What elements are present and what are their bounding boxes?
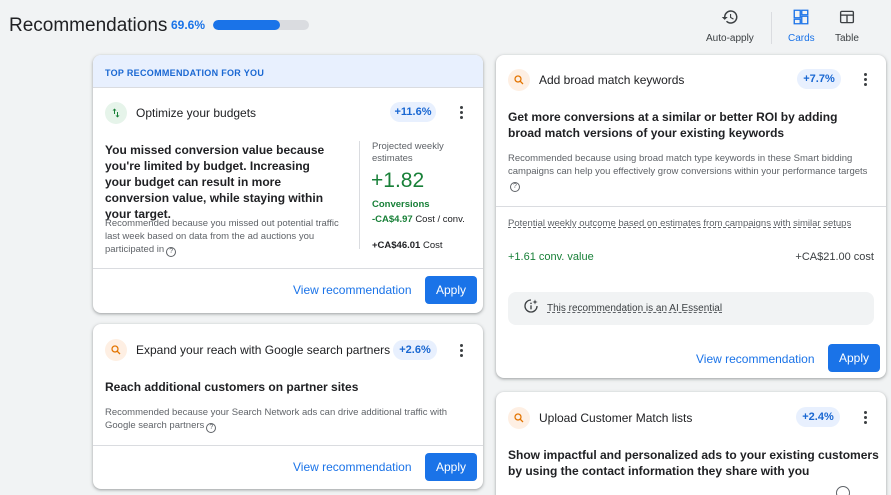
partners-apply-button[interactable]: Apply bbox=[425, 453, 477, 481]
auto-apply-button[interactable]: Auto-apply bbox=[706, 8, 754, 44]
cost-total: +CA$46.01 Cost bbox=[372, 239, 472, 252]
cost-total-suffix: Cost bbox=[422, 240, 443, 251]
help-icon[interactable]: ? bbox=[166, 246, 177, 257]
outcome-cost: +CA$21.00 cost bbox=[795, 251, 874, 263]
broad-match-card-header: Add broad match keywords bbox=[508, 69, 684, 91]
optimization-score-fill bbox=[213, 20, 280, 30]
cost-total-value: +CA$46.01 bbox=[372, 240, 421, 251]
page-title: Recommendations bbox=[9, 15, 168, 36]
partners-reason: Recommended because your Search Network … bbox=[105, 406, 475, 433]
history-icon bbox=[721, 8, 739, 29]
broad-match-card: Add broad match keywords +7.7% Get more … bbox=[496, 55, 886, 378]
partners-reason-text: Recommended because your Search Network … bbox=[105, 407, 447, 431]
search-icon bbox=[105, 339, 127, 361]
customer-match-card: Upload Customer Match lists +2.4% Show i… bbox=[496, 392, 886, 495]
projected-label: Projected weekly estimates bbox=[372, 141, 444, 164]
budgets-uplift-badge: +11.6% bbox=[390, 102, 436, 122]
ai-essential-text[interactable]: This recommendation is an AI Essential bbox=[547, 303, 722, 314]
budgets-more-vert-icon[interactable] bbox=[454, 102, 468, 122]
broad-match-outcome-divider bbox=[496, 206, 886, 207]
budgets-apply-button[interactable]: Apply bbox=[425, 276, 477, 304]
budgets-card-header: Optimize your budgets bbox=[105, 102, 256, 124]
table-view-button[interactable]: Table bbox=[835, 8, 859, 44]
customer-match-card-title: Upload Customer Match lists bbox=[539, 411, 693, 425]
optimization-score: 69.6% bbox=[171, 18, 206, 32]
partners-card-title: Expand your reach with Google search par… bbox=[136, 343, 391, 357]
broad-match-reason-text: Recommended because using broad match ty… bbox=[508, 153, 868, 177]
broad-match-uplift-badge: +7.7% bbox=[797, 69, 841, 89]
budgets-reason-text: Recommended because you missed out poten… bbox=[105, 218, 339, 255]
partners-uplift-badge: +2.6% bbox=[393, 340, 437, 360]
auto-apply-label: Auto-apply bbox=[706, 33, 754, 44]
swap-vert-icon bbox=[105, 102, 127, 124]
customer-match-more-vert-icon[interactable] bbox=[858, 407, 872, 427]
cost-change: -CA$4.97 Cost / conv. bbox=[372, 213, 472, 226]
table-icon bbox=[838, 8, 856, 29]
optimization-score-bar bbox=[213, 20, 309, 30]
budgets-card-title: Optimize your budgets bbox=[136, 106, 257, 120]
partners-more-vert-icon[interactable] bbox=[454, 340, 468, 360]
cost-change-value: -CA$4.97 bbox=[372, 214, 413, 225]
help-icon[interactable]: ? bbox=[510, 181, 520, 192]
partners-view-recommendation-button[interactable]: View recommendation bbox=[293, 460, 412, 474]
dashboard-icon bbox=[792, 8, 810, 29]
broad-match-headline: Get more conversions at a similar or bet… bbox=[508, 110, 838, 140]
sparkle-icon bbox=[523, 298, 539, 319]
projected-value: +1.82 bbox=[371, 169, 425, 192]
broad-match-apply-button[interactable]: Apply bbox=[828, 344, 880, 372]
budgets-footer-divider bbox=[93, 268, 483, 269]
broad-match-view-recommendation-button[interactable]: View recommendation bbox=[696, 352, 815, 366]
search-icon bbox=[508, 407, 530, 429]
broad-match-more-vert-icon[interactable] bbox=[858, 69, 872, 89]
budgets-headline: You missed conversion value because you'… bbox=[105, 143, 325, 221]
customer-match-headline: Show impactful and personalized ads to y… bbox=[508, 448, 879, 478]
partners-headline: Reach additional customers on partner si… bbox=[105, 380, 359, 394]
outcome-label[interactable]: Potential weekly outcome based on estima… bbox=[508, 217, 858, 230]
table-label: Table bbox=[835, 33, 859, 44]
help-fab-icon[interactable] bbox=[836, 486, 850, 495]
broad-match-card-title: Add broad match keywords bbox=[539, 73, 685, 87]
search-partners-card: Expand your reach with Google search par… bbox=[93, 324, 483, 489]
toolbar-divider bbox=[771, 12, 772, 44]
budgets-view-recommendation-button[interactable]: View recommendation bbox=[293, 283, 412, 297]
partners-footer-divider bbox=[93, 445, 483, 446]
cost-change-suffix: Cost / conv. bbox=[415, 214, 465, 225]
partners-card-header: Expand your reach with Google search par… bbox=[105, 339, 390, 361]
customer-match-uplift-badge: +2.4% bbox=[796, 407, 840, 427]
outcome-conv-value: +1.61 conv. value bbox=[508, 251, 594, 263]
budgets-reason: Recommended because you missed out poten… bbox=[105, 217, 345, 257]
budgets-card: TOP RECOMMENDATION FOR YOU Optimize your… bbox=[93, 55, 483, 313]
cards-view-button[interactable]: Cards bbox=[788, 8, 815, 44]
broad-match-reason: Recommended because using broad match ty… bbox=[508, 152, 878, 192]
projected-metric: Conversions bbox=[372, 199, 430, 210]
help-icon[interactable]: ? bbox=[206, 422, 217, 433]
ai-essential-box: This recommendation is an AI Essential bbox=[508, 292, 874, 325]
customer-match-card-header: Upload Customer Match lists bbox=[508, 407, 692, 429]
budgets-divider bbox=[359, 141, 360, 249]
search-icon bbox=[508, 69, 530, 91]
cards-label: Cards bbox=[788, 33, 815, 44]
top-recommendation-banner: TOP RECOMMENDATION FOR YOU bbox=[93, 55, 483, 88]
